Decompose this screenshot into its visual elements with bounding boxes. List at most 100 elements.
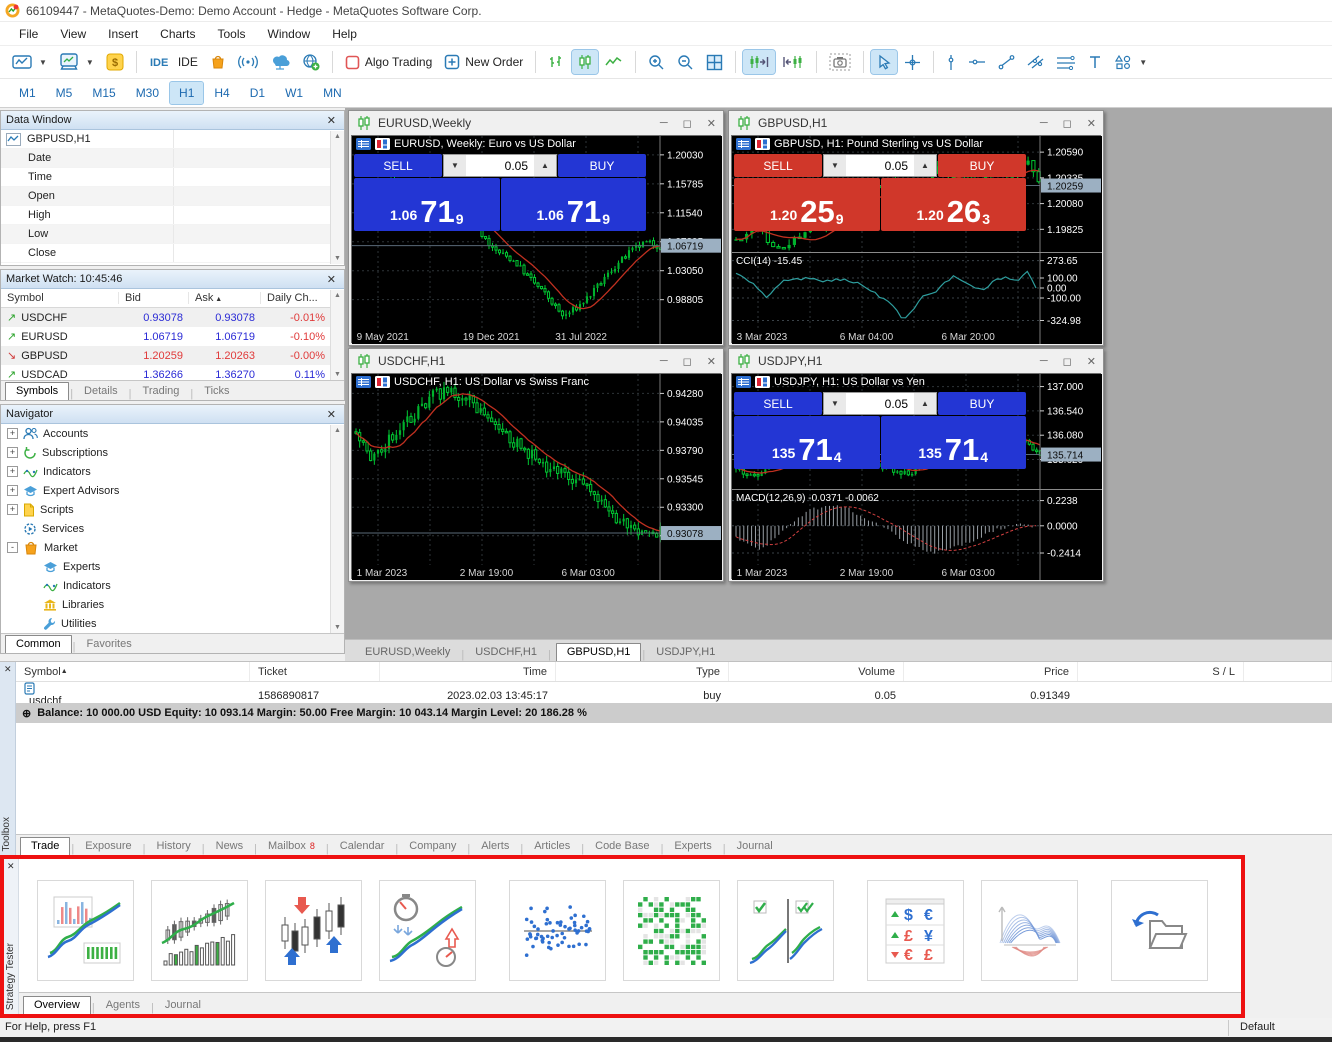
tester-thumbnail-forward-testing[interactable] [737, 880, 834, 981]
tester-thumbnail-multicurrency-table[interactable]: $€£¥€£ [867, 880, 964, 981]
algo-trading-button[interactable]: Algo Trading [340, 51, 437, 74]
menu-insert[interactable]: Insert [97, 24, 149, 44]
trade-table-row[interactable]: usdchf15868908172023.02.03 13:45:17buy0.… [16, 682, 1332, 702]
tab-trading[interactable]: Trading [133, 383, 190, 400]
buy-button[interactable]: BUY [938, 392, 1026, 415]
menu-charts[interactable]: Charts [149, 24, 206, 44]
close-icon[interactable]: ✕ [324, 408, 339, 421]
sell-button[interactable]: SELL [354, 154, 442, 177]
tab-common[interactable]: Common [5, 635, 72, 653]
volume-stepper[interactable]: ▼0.05▲ [823, 392, 937, 415]
market-watch-scrollbar[interactable]: ▲▼ [330, 290, 344, 380]
cursor-button[interactable] [871, 50, 897, 74]
expand-icon[interactable]: + [7, 466, 18, 477]
line-chart-button[interactable] [600, 51, 628, 73]
chart-window-titlebar[interactable]: USDCHF,H1─◻✕ [349, 349, 723, 373]
market-watch-row-gbpusd[interactable]: ↘GBPUSD1.202591.20263-0.00% [1, 346, 344, 365]
scroll-down-icon[interactable]: ▼ [334, 255, 341, 262]
column-header-dailych[interactable]: Daily Ch... [261, 292, 331, 304]
tab-ticks[interactable]: Ticks [194, 383, 239, 400]
volume-decrease-icon[interactable]: ▼ [444, 155, 466, 176]
close-icon[interactable]: ✕ [1087, 355, 1096, 368]
trade-column-sl[interactable]: S / L [1078, 662, 1244, 681]
toolbox-tab-articles[interactable]: Articles [524, 838, 580, 855]
sell-price[interactable]: 1.20259 [734, 178, 880, 231]
trade-column-price[interactable]: Price [904, 662, 1078, 681]
chevron-down-icon[interactable]: ▼ [1139, 58, 1147, 67]
minimize-icon[interactable]: ─ [660, 117, 668, 129]
navigator-item-accounts[interactable]: +Accounts [1, 424, 344, 443]
cloud-vps-button[interactable] [265, 50, 295, 74]
chart-window-titlebar[interactable]: USDJPY,H1─◻✕ [729, 349, 1103, 373]
toolbox-tab-calendar[interactable]: Calendar [330, 838, 395, 855]
navigator-item-subscriptions[interactable]: +Subscriptions [1, 443, 344, 462]
toolbox-tab-history[interactable]: History [147, 838, 201, 855]
expand-icon[interactable]: ⊕ [22, 707, 31, 720]
toolbox-tab-mailbox[interactable]: Mailbox8 [258, 838, 325, 855]
tester-tab-agents[interactable]: Agents [96, 997, 150, 1014]
channel-tool-button[interactable] [1022, 50, 1049, 74]
chart-tab-usdjpy,h1[interactable]: USDJPY,H1 [646, 644, 725, 661]
trade-column-ticket[interactable]: Ticket [250, 662, 380, 681]
navigator-item-market[interactable]: -Market [1, 538, 344, 557]
timeframe-d1[interactable]: D1 [241, 82, 274, 104]
chart-tab-gbpusd,h1[interactable]: GBPUSD,H1 [556, 643, 642, 661]
buy-button[interactable]: BUY [558, 154, 646, 177]
column-header-symbol[interactable]: Symbol [1, 292, 119, 304]
minimize-icon[interactable]: ─ [1040, 355, 1048, 367]
zoom-in-button[interactable] [643, 50, 670, 75]
toolbox-tab-experts[interactable]: Experts [664, 838, 721, 855]
navigator-item-expert-advisors[interactable]: +Expert Advisors [1, 481, 344, 500]
navigator-item-indicators[interactable]: +Indicators [1, 462, 344, 481]
buy-price[interactable]: 1.06719 [501, 178, 647, 231]
menu-help[interactable]: Help [321, 24, 368, 44]
candle-chart-button[interactable] [572, 50, 598, 74]
tile-windows-button[interactable] [701, 50, 728, 75]
navigator-item-utilities[interactable]: Utilities [1, 614, 344, 633]
trade-column-symbol[interactable]: Symbol ▲ [16, 662, 250, 681]
new-order-button[interactable]: New Order [439, 50, 528, 74]
zoom-out-button[interactable] [672, 50, 699, 75]
trade-column-type[interactable]: Type [556, 662, 729, 681]
fibonacci-tool-button[interactable] [1051, 51, 1081, 74]
chevron-down-icon[interactable]: ▼ [86, 58, 94, 67]
timeframe-m30[interactable]: M30 [127, 82, 168, 104]
text-tool-button[interactable] [1083, 51, 1107, 73]
chart-window-titlebar[interactable]: GBPUSD,H1─◻✕ [729, 111, 1103, 135]
scroll-down-icon[interactable]: ▼ [334, 624, 341, 631]
menu-view[interactable]: View [49, 24, 97, 44]
tab-symbols[interactable]: Symbols [5, 382, 69, 400]
timeframe-m1[interactable]: M1 [10, 82, 45, 104]
market-bag-button[interactable] [205, 50, 231, 74]
timeframe-w1[interactable]: W1 [276, 82, 312, 104]
tester-thumbnail-visual-testing[interactable] [151, 880, 248, 981]
tab-details[interactable]: Details [74, 383, 128, 400]
chevron-down-icon[interactable]: ▼ [39, 58, 47, 67]
trade-column-time[interactable]: Time [380, 662, 556, 681]
maximize-icon[interactable]: ◻ [683, 355, 692, 368]
scroll-up-icon[interactable]: ▲ [334, 427, 341, 434]
navigator-scrollbar[interactable]: ▲▼ [330, 425, 344, 633]
chart-body[interactable]: 137.000136.540136.080135.620135.7140.223… [731, 373, 1101, 579]
dollar-button[interactable]: $ [101, 49, 129, 75]
expand-icon[interactable]: + [7, 485, 18, 496]
chart-window-usdjpy-h1[interactable]: USDJPY,H1─◻✕137.000136.540136.080135.620… [728, 348, 1104, 582]
tester-thumbnail-backtest-report[interactable] [37, 880, 134, 981]
navigator-item-indicators[interactable]: Indicators [1, 576, 344, 595]
scroll-down-icon[interactable]: ▼ [334, 371, 341, 378]
expand-icon[interactable]: + [7, 428, 18, 439]
toolbox-tab-alerts[interactable]: Alerts [471, 838, 519, 855]
tester-thumbnail-trade-arrows[interactable] [265, 880, 362, 981]
column-header-ask[interactable]: Ask ▲ [189, 292, 261, 304]
chart-window-gbpusd-h1[interactable]: GBPUSD,H1─◻✕1.205901.203351.200801.19825… [728, 110, 1104, 346]
metaeditor-ide-button[interactable]: IDEIDE [144, 51, 203, 73]
collapse-icon[interactable]: - [7, 542, 18, 553]
maximize-icon[interactable]: ◻ [1063, 355, 1072, 368]
close-icon[interactable]: ✕ [7, 861, 15, 872]
menu-file[interactable]: File [8, 24, 49, 44]
tester-thumbnail-optimization-speed[interactable] [379, 880, 476, 981]
hline-tool-button[interactable] [963, 53, 991, 71]
sell-price[interactable]: 1.06719 [354, 178, 500, 231]
timeframe-mn[interactable]: MN [314, 82, 351, 104]
chart-profiles-button[interactable]: ▼ [54, 49, 99, 75]
